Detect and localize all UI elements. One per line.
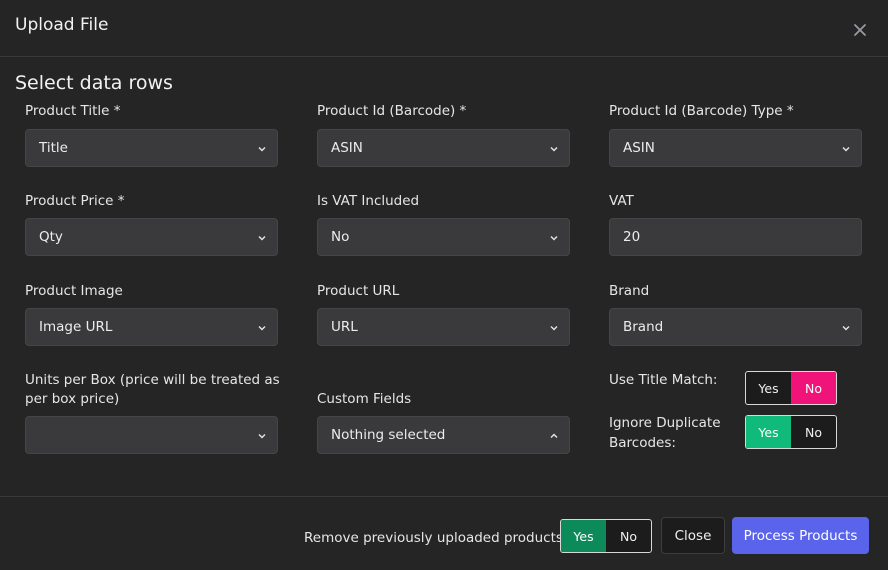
process-products-button[interactable]: Process Products [732,517,869,554]
chevron-down-icon [548,322,560,334]
product-title-label: Product Title * [25,103,121,119]
chevron-down-icon [256,143,268,155]
section-title: Select data rows [15,72,173,94]
ignore-duplicate-toggle: Yes No [745,415,837,449]
product-id-value: ASIN [331,140,363,156]
use-title-match-no[interactable]: No [791,372,836,404]
chevron-down-icon [256,232,268,244]
product-id-type-label: Product Id (Barcode) Type * [609,103,794,119]
product-url-label: Product URL [317,283,400,299]
product-price-label: Product Price * [25,193,125,209]
ignore-duplicate-yes[interactable]: Yes [746,416,791,448]
product-id-select[interactable]: ASIN [317,129,570,167]
product-url-select[interactable]: URL [317,308,570,346]
product-id-type-value: ASIN [623,140,655,156]
chevron-up-icon [548,430,560,442]
vat-input[interactable] [609,218,862,256]
vat-included-value: No [331,229,350,245]
use-title-match-yes[interactable]: Yes [746,372,791,404]
use-title-match-toggle: Yes No [745,371,837,405]
chevron-down-icon [548,143,560,155]
brand-label: Brand [609,283,650,299]
close-button[interactable]: Close [661,517,725,554]
ignore-duplicate-no[interactable]: No [791,416,836,448]
custom-fields-label: Custom Fields [317,391,412,407]
ignore-duplicate-label: Ignore Duplicate Barcodes: [609,415,721,451]
remove-previous-label: Remove previously uploaded products: [304,530,568,546]
product-id-label: Product Id (Barcode) * [317,103,467,119]
modal-header: Upload File [0,0,888,57]
modal-title: Upload File [15,15,109,35]
chevron-down-icon [840,322,852,334]
remove-previous-no[interactable]: No [606,520,651,552]
remove-previous-yes[interactable]: Yes [561,520,606,552]
units-per-box-label: Units per Box (price will be treated as … [25,372,280,407]
product-image-value: Image URL [39,319,113,335]
product-price-select[interactable]: Qty [25,218,278,256]
close-icon[interactable] [851,21,869,39]
vat-included-label: Is VAT Included [317,193,420,209]
chevron-down-icon [256,322,268,334]
product-title-select[interactable]: Title [25,129,278,167]
brand-select[interactable]: Brand [609,308,862,346]
product-id-type-select[interactable]: ASIN [609,129,862,167]
remove-previous-toggle: Yes No [560,519,652,553]
custom-fields-value: Nothing selected [331,427,446,443]
product-price-value: Qty [39,229,63,245]
product-title-value: Title [39,140,68,156]
chevron-down-icon [840,143,852,155]
brand-value: Brand [623,319,664,335]
chevron-down-icon [548,232,560,244]
vat-included-select[interactable]: No [317,218,570,256]
units-per-box-select[interactable] [25,416,278,454]
chevron-down-icon [256,430,268,442]
product-url-value: URL [331,319,358,335]
product-image-label: Product Image [25,283,123,299]
custom-fields-select[interactable]: Nothing selected [317,416,570,454]
vat-label: VAT [609,193,634,209]
use-title-match-label: Use Title Match: [609,372,718,388]
product-image-select[interactable]: Image URL [25,308,278,346]
